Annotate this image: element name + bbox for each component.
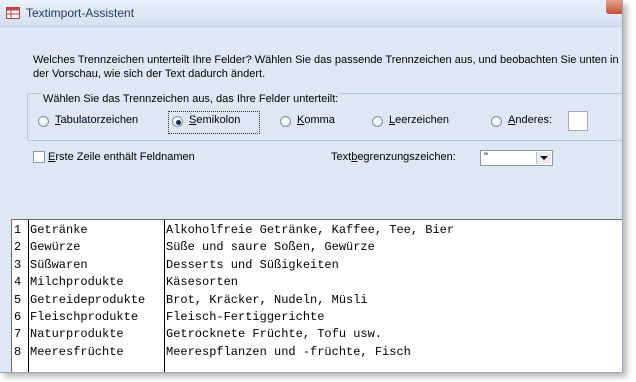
text-qualifier-label: Textbegrenzungszeichen:: [331, 151, 456, 163]
preview-row: 7 Naturprodukte Getrocknete Früchte, Tofu …: [12, 325, 622, 342]
preview-row: 5 Getreideprodukte Brot, Kräcker, Nudeln, …: [12, 291, 622, 308]
category-cell: Gewürze: [30, 240, 81, 255]
radio-circle: [372, 116, 383, 127]
row-number: 7: [14, 327, 22, 342]
category-cell: Getreideprodukte: [30, 292, 146, 307]
radio-space-label: Leerzeichen: [389, 114, 449, 126]
row-number: 6: [14, 310, 22, 324]
window-title: Textimport-Assistent: [26, 6, 135, 20]
preview-row: 8 Meeresfrüchte Meerespflanzen und -frücht…: [12, 343, 622, 360]
import-wizard-window: Textimport-Assistent Welches Trennzeiche…: [0, 0, 623, 373]
preview-row: 1 Getränke Alkoholfreie Getränke, Kaffee, …: [12, 221, 622, 238]
radio-circle: [280, 116, 291, 127]
preview-row: 2 Gewürze Süße und saure Soßen, Gewürze: [12, 238, 622, 255]
close-button[interactable]: [606, 0, 622, 14]
data-preview[interactable]: 1 Getränke Alkoholfreie Getränke, Kaffee, …: [11, 219, 622, 372]
description-cell: Desserts und Süßigkeiten: [166, 257, 339, 272]
radio-comma-label: Komma: [297, 114, 335, 126]
radio-circle: [38, 116, 49, 127]
delimiter-group-title: Wählen Sie das Trennzeichen aus, das Ihr…: [41, 93, 341, 105]
row-number: 8: [14, 344, 22, 359]
text-qualifier-select[interactable]: ": [480, 150, 553, 166]
other-delimiter-input[interactable]: [568, 111, 588, 131]
radio-circle: [172, 116, 183, 127]
category-cell: Getränke: [30, 223, 88, 237]
title-bar[interactable]: Textimport-Assistent: [0, 0, 622, 27]
preview-row: 6 Fleischprodukte Fleisch-Fertiggerichte: [12, 308, 622, 325]
category-cell: Naturprodukte: [30, 327, 124, 342]
row-number: 5: [14, 292, 22, 307]
category-cell: Süßwaren: [30, 257, 88, 272]
row-number: 2: [14, 240, 22, 255]
first-row-field-names-label[interactable]: Erste Zeile enthält Feldnamen: [48, 151, 195, 163]
radio-circle: [491, 116, 502, 127]
radio-tab-label: Tabulatorzeichen: [55, 114, 139, 126]
description-cell: Käsesorten: [166, 275, 239, 290]
row-number: 3: [14, 257, 22, 272]
chevron-down-icon[interactable]: [536, 152, 551, 164]
row-number: 4: [14, 275, 22, 290]
description-cell: Süße und saure Soßen, Gewürze: [166, 240, 375, 255]
radio-other-label: Anderes:: [508, 114, 553, 126]
table-icon: [6, 7, 20, 19]
preview-row: 4 Milchprodukte Käsesorten: [12, 273, 622, 290]
description-cell: Fleisch-Fertiggerichte: [166, 310, 325, 324]
category-cell: Meeresfrüchte: [30, 344, 124, 359]
radio-semicolon-label: Semikolon: [189, 114, 241, 126]
instructions-text: Welches Trennzeichen unterteilt Ihre Fel…: [33, 54, 619, 80]
first-row-field-names-checkbox[interactable]: [33, 151, 45, 163]
row-number: 1: [14, 223, 22, 237]
description-cell: Brot, Kräcker, Nudeln, Müsli: [166, 292, 368, 307]
text-qualifier-value: ": [484, 151, 488, 163]
description-cell: Meerespflanzen und -früchte, Fisch: [166, 344, 411, 359]
description-cell: Alkoholfreie Getränke, Kaffee, Tee, Bier: [166, 223, 455, 237]
radio-selected-dot: [176, 120, 181, 125]
description-cell: Getrocknete Früchte, Tofu usw.: [166, 327, 383, 342]
category-cell: Fleischprodukte: [30, 310, 139, 324]
preview-row: 3 Süßwaren Desserts und Süßigkeiten: [12, 256, 622, 273]
category-cell: Milchprodukte: [30, 275, 124, 290]
